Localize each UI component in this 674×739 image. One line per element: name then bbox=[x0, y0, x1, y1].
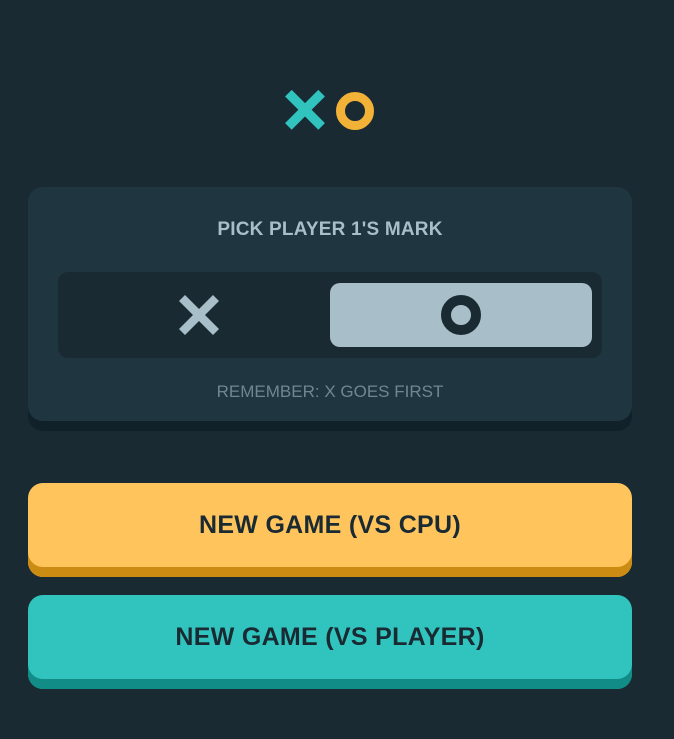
mark-picker-hint: REMEMBER: X GOES FIRST bbox=[216, 382, 444, 401]
option-x[interactable] bbox=[68, 283, 330, 347]
new-game-vs-player-button[interactable]: NEW GAME (VS PLAYER) bbox=[28, 595, 632, 689]
x-mark-icon bbox=[179, 295, 219, 335]
mark-picker-title: PICK PLAYER 1'S MARK bbox=[217, 219, 443, 240]
new-game-vs-cpu-button[interactable]: NEW GAME (VS CPU) bbox=[28, 483, 632, 577]
mark-picker-card: PICK PLAYER 1'S MARK REMEMBER: X GOES FI… bbox=[28, 187, 632, 421]
x-mark-icon bbox=[285, 90, 325, 130]
option-o[interactable] bbox=[330, 283, 592, 347]
mark-toggle bbox=[58, 272, 602, 358]
new-game-menu: PICK PLAYER 1'S MARK REMEMBER: X GOES FI… bbox=[0, 0, 674, 739]
o-mark-icon bbox=[336, 92, 374, 130]
logo bbox=[284, 90, 376, 132]
o-mark-icon bbox=[441, 295, 481, 335]
